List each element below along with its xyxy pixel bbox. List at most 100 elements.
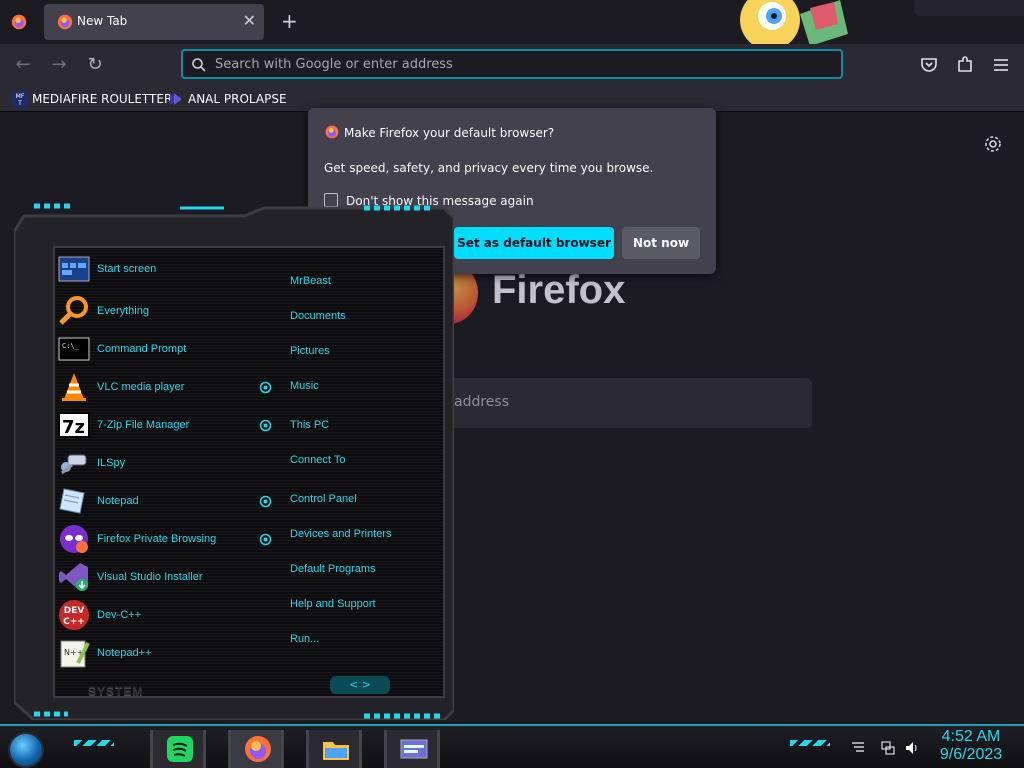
menu-nav-arrows[interactable]: < > <box>330 676 390 694</box>
cmd-icon: C:\_ <box>58 337 90 361</box>
pinned-item-label: Start screen <box>97 263 157 275</box>
not-now-button[interactable]: Not now <box>622 227 700 259</box>
firefox-icon <box>245 736 271 762</box>
pinned-item-start-screen[interactable]: Start screen <box>58 252 258 286</box>
vlc-cone-icon <box>62 373 86 401</box>
bookmark-label: MEDIAFIRE ROULETTER <box>32 92 173 106</box>
taskbar: 4:52 AM 9/6/2023 <box>0 724 1024 768</box>
mft-favicon-icon: MFT <box>12 91 28 107</box>
firefox-favicon-icon <box>57 14 73 30</box>
network-icon[interactable] <box>880 740 896 756</box>
newtab-search-box[interactable]: address <box>420 378 812 428</box>
place-control-panel[interactable]: Control Panel <box>290 493 357 505</box>
svg-text:MF: MF <box>16 93 25 100</box>
taskbar-decoration <box>790 740 830 746</box>
firefox-wordmark: Firefox <box>492 268 626 312</box>
pinned-item-label: Notepad++ <box>97 647 152 659</box>
address-bar[interactable] <box>181 49 843 79</box>
pinned-item-vs-installer[interactable]: Visual Studio Installer <box>58 560 258 594</box>
taskbar-app-spotify[interactable] <box>150 730 206 768</box>
pinned-item-label: Everything <box>97 305 149 317</box>
place-pictures[interactable]: Pictures <box>290 345 330 357</box>
taskbar-app-firefox[interactable] <box>228 730 284 768</box>
system-label: SYSTEM <box>88 684 144 698</box>
search-icon <box>192 58 206 72</box>
clock-date: 9/6/2023 <box>939 746 1003 763</box>
magnifier-icon <box>59 296 88 325</box>
tab-new-tab[interactable]: New Tab ✕ <box>44 4 264 40</box>
place-this-pc[interactable]: This PC <box>290 419 329 431</box>
place-connect-to[interactable]: Connect To <box>290 454 345 466</box>
firefox-view-icon[interactable] <box>10 13 28 31</box>
devcpp-icon: DEVC++ <box>59 600 89 630</box>
clock-time: 4:52 AM <box>941 728 1001 745</box>
vs-installer-icon <box>59 563 88 591</box>
pinned-item-label: ILSpy <box>97 457 126 469</box>
start-orb-button[interactable] <box>8 732 44 768</box>
svg-text:T: T <box>17 100 22 107</box>
volume-icon[interactable] <box>904 740 920 756</box>
back-arrow-icon[interactable]: ← <box>12 54 34 76</box>
place-default-programs[interactable]: Default Programs <box>290 563 376 575</box>
ilspy-icon <box>61 454 87 475</box>
newtab-search-placeholder: address <box>454 394 510 410</box>
pinned-item-label: Command Prompt <box>97 343 187 355</box>
pinned-item-notepad[interactable]: Notepad <box>58 484 258 518</box>
forward-arrow-icon[interactable]: → <box>48 54 70 76</box>
pinned-item-command-prompt[interactable]: C:\_ Command Prompt <box>58 332 258 366</box>
tab-strip: New Tab ✕ + <box>0 0 1024 56</box>
place-help-support[interactable]: Help and Support <box>290 598 376 610</box>
7zip-icon: 7z <box>58 412 90 438</box>
dialog-message: Get speed, safety, and privacy every tim… <box>324 161 654 175</box>
taskbar-decoration <box>74 740 114 746</box>
submenu-arrow-icon[interactable] <box>259 495 272 508</box>
new-tab-plus-icon[interactable]: + <box>281 9 298 33</box>
place-mrbeast[interactable]: MrBeast <box>290 275 331 287</box>
notepadpp-icon: N++ <box>60 640 90 668</box>
bookmark-favicon-icon <box>170 93 182 105</box>
bookmark-second[interactable]: ANAL PROLAPSE <box>168 90 287 108</box>
start-menu: Start screen Everything C:\_ Command Pro… <box>14 202 454 720</box>
address-input[interactable] <box>215 55 815 73</box>
dialog-title: Make Firefox your default browser? <box>344 126 555 140</box>
pinned-item-devcpp[interactable]: DEV C++ Dev-C++ <box>58 598 258 632</box>
firefox-icon <box>325 125 339 139</box>
taskbar-app-file-explorer[interactable] <box>306 730 362 768</box>
pocket-icon[interactable] <box>918 54 940 76</box>
place-run[interactable]: Run... <box>290 633 319 645</box>
place-documents[interactable]: Documents <box>290 310 346 322</box>
start-screen-icon <box>58 256 90 282</box>
navigation-toolbar: ← → ↻ <box>0 44 1024 86</box>
submenu-arrow-icon[interactable] <box>259 381 272 394</box>
close-tab-icon[interactable]: ✕ <box>243 11 256 30</box>
window-icon <box>400 739 428 759</box>
pinned-item-label: Visual Studio Installer <box>97 571 203 583</box>
pinned-item-firefox-private[interactable]: Firefox Private Browsing <box>58 522 258 556</box>
system-clock[interactable]: 4:52 AM 9/6/2023 <box>938 728 1004 764</box>
pinned-item-ilspy[interactable]: ILSpy <box>58 446 258 480</box>
reload-icon[interactable]: ↻ <box>84 54 106 76</box>
svg-text:7z: 7z <box>62 417 85 438</box>
pinned-item-everything[interactable]: Everything <box>58 294 258 328</box>
hamburger-menu-icon[interactable] <box>990 54 1012 76</box>
extensions-puzzle-icon[interactable] <box>954 54 976 76</box>
gear-icon[interactable] <box>984 135 1002 153</box>
submenu-arrow-icon[interactable] <box>259 419 272 432</box>
firefox-private-icon <box>60 525 88 553</box>
svg-text:C++: C++ <box>63 617 85 627</box>
pinned-item-vlc[interactable]: VLC media player <box>58 370 258 404</box>
taskbar-app-window[interactable] <box>384 730 440 768</box>
bookmark-mediafire-rouletter[interactable]: MF T MEDIAFIRE ROULETTER <box>12 90 172 108</box>
pinned-item-label: Firefox Private Browsing <box>97 533 217 545</box>
pinned-item-label: Dev-C++ <box>97 609 142 621</box>
bookmark-label: ANAL PROLAPSE <box>188 92 287 106</box>
place-music[interactable]: Music <box>290 380 319 392</box>
place-devices-printers[interactable]: Devices and Printers <box>290 528 392 540</box>
action-center-icon[interactable] <box>850 740 866 756</box>
pinned-item-notepadpp[interactable]: N++ Notepad++ <box>58 636 258 670</box>
set-default-button[interactable]: Set as default browser <box>454 227 614 259</box>
submenu-arrow-icon[interactable] <box>259 533 272 546</box>
pinned-item-label: Notepad <box>97 495 139 507</box>
svg-text:DEV: DEV <box>64 606 85 616</box>
pinned-item-7zip[interactable]: 7z 7-Zip File Manager <box>58 408 258 442</box>
